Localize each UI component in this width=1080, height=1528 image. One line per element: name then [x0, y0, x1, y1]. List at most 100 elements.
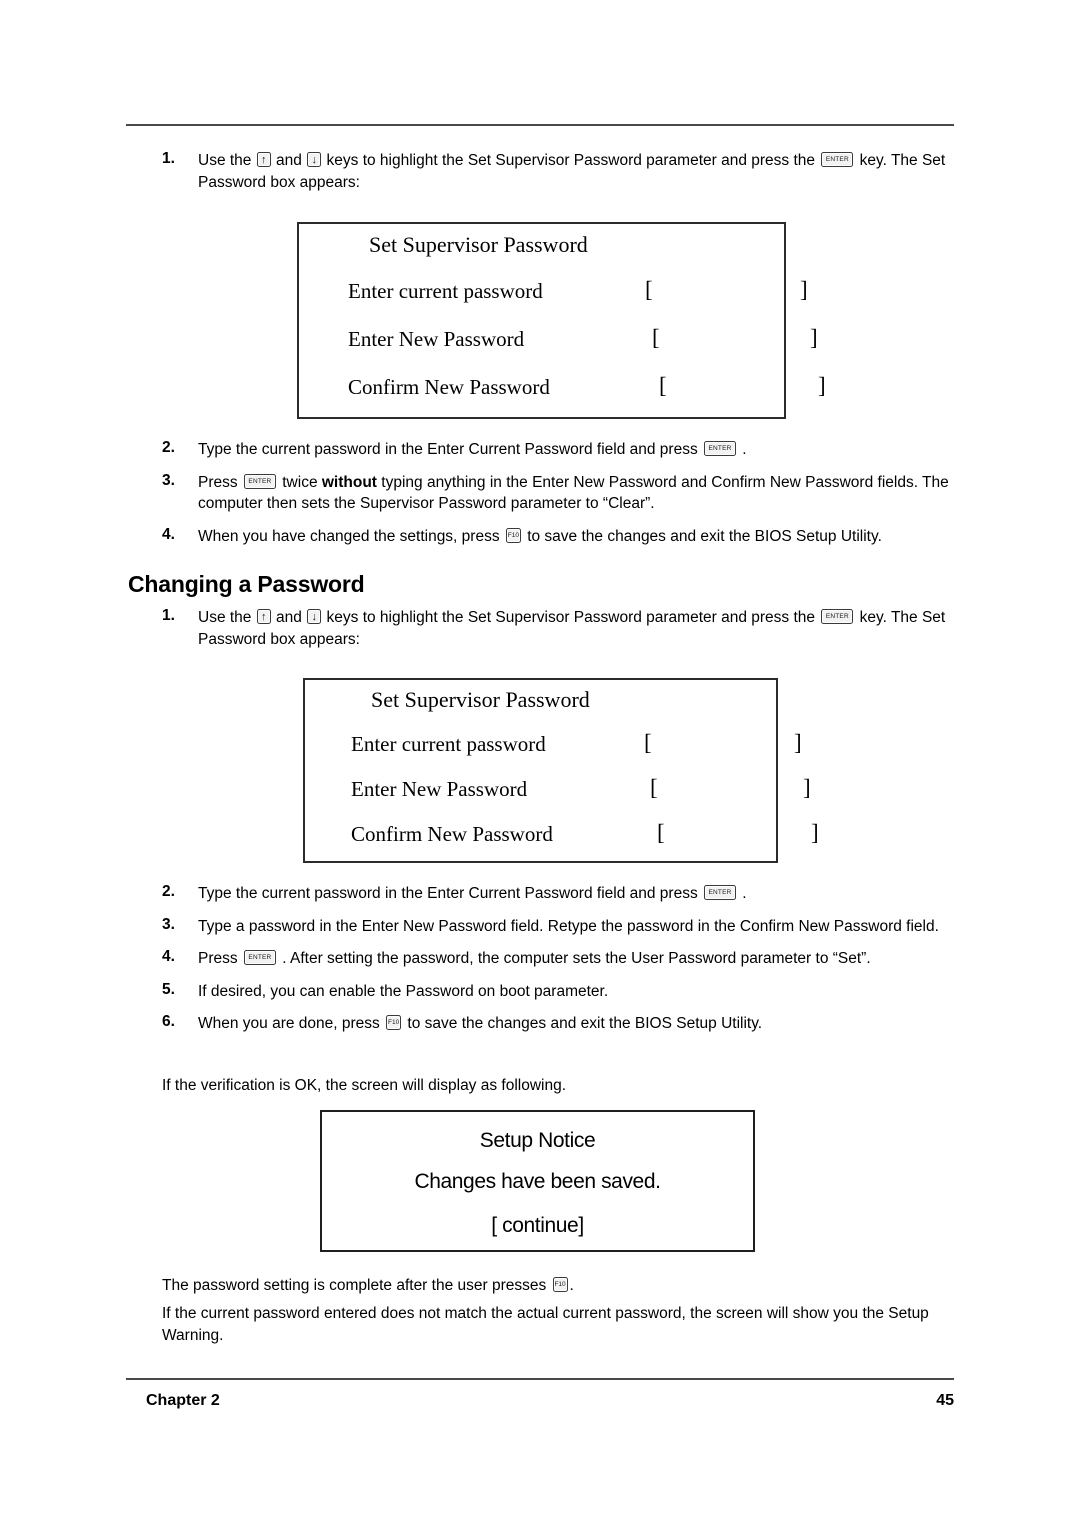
setup-notice-message: Changes have been saved. [414, 1170, 661, 1193]
field-close-bracket: ] [800, 277, 808, 302]
setup-notice-dialog: Setup Notice Changes have been saved. [ … [320, 1110, 755, 1252]
row-label: Confirm New Password [348, 375, 550, 399]
list-item: 4. Press ENTER . After setting the passw… [162, 948, 962, 970]
step-text-emphasis: without [321, 473, 377, 491]
row-label: Enter current password [351, 732, 546, 756]
set-supervisor-password-dialog-1: Set Supervisor Password Enter current pa… [297, 222, 826, 419]
section-two-steps-list: 2. Type the current password in the Ente… [162, 883, 962, 1046]
enter-key-icon: ENTER [821, 609, 854, 624]
list-item: 1. Use the ↑ and ↓ keys to highlight the… [162, 150, 962, 193]
row-label: Enter current password [348, 279, 543, 303]
page-title: Changing a Password [128, 571, 365, 597]
set-supervisor-password-dialog-2: Set Supervisor Password Enter current pa… [303, 678, 819, 863]
step-text: Press ENTER . After setting the password… [198, 950, 871, 967]
continue-button[interactable]: [ continue] [322, 1214, 753, 1238]
step-text-part: twice [277, 473, 322, 491]
row-label: Enter New Password [348, 327, 525, 351]
list-item: 2. Type the current password in the Ente… [162, 439, 962, 461]
step-number: 1. [162, 150, 175, 167]
dialog-row-enter-new-password: Enter New Password [ ] [351, 775, 811, 802]
step-text: Press ENTER twice without typing anythin… [198, 473, 949, 512]
field-open-bracket: [ [650, 775, 658, 800]
step-number: 4. [162, 525, 175, 543]
step-text-part: keys to highlight the Set Supervisor Pas… [322, 609, 820, 626]
step-text: Type the current password in the Enter C… [198, 441, 747, 458]
row-label: Confirm New Password [351, 822, 553, 846]
field-close-bracket: ] [810, 325, 818, 350]
dialog-row-confirm-new-password: Confirm New Password [ ] [351, 820, 819, 847]
dialog-row-enter-current-password: Enter current password [ ] [351, 730, 802, 757]
field-close-bracket: ] [794, 730, 802, 755]
dialog-title: Set Supervisor Password [369, 232, 588, 257]
arrow-up-key-icon: ↑ [256, 609, 271, 624]
f10-key-icon: F10 [505, 527, 521, 543]
enter-key-icon: ENTER [821, 152, 854, 167]
step-text-part: When you have changed the settings, pres… [198, 527, 504, 545]
step-number: 2. [162, 439, 175, 456]
arrow-up-key-icon: ↑ [256, 152, 271, 167]
section-two-step-1-list: 1. Use the ↑ and ↓ keys to highlight the… [162, 607, 962, 661]
list-item: 3. Press ENTER twice without typing anyt… [162, 472, 962, 515]
step-number: 5. [162, 980, 175, 998]
field-open-bracket: [ [644, 730, 652, 755]
step-text: When you are done, press F10 to save the… [198, 1015, 762, 1032]
f10-key-icon: F10 [386, 1015, 402, 1030]
field-close-bracket: ] [811, 820, 819, 845]
step-text-part: When you are done, press [198, 1015, 385, 1032]
dialog-row-enter-new-password: Enter New Password [ ] [348, 325, 818, 352]
step-text-part: to save the changes and exit the BIOS Se… [522, 527, 882, 545]
f10-key-icon: F10 [552, 1277, 568, 1292]
list-item: 6. When you are done, press F10 to save … [162, 1013, 962, 1035]
step-text: Use the ↑ and ↓ keys to highlight the Se… [198, 152, 945, 191]
step-text-part: Use the [198, 152, 256, 169]
enter-key-icon: ENTER [243, 473, 276, 489]
field-open-bracket: [ [652, 325, 660, 350]
footer-page-number: 45 [936, 1392, 954, 1409]
footer-chapter-label: Chapter 2 [146, 1392, 220, 1409]
field-open-bracket: [ [657, 820, 665, 845]
section-one-step-1-list: 1. Use the ↑ and ↓ keys to highlight the… [162, 150, 962, 204]
dialog-title: Set Supervisor Password [371, 687, 590, 712]
step-text-part: . [738, 441, 747, 458]
step-text-part: and [271, 152, 307, 169]
password-complete-paragraph: The password setting is complete after t… [162, 1275, 962, 1297]
enter-key-icon: ENTER [243, 950, 276, 965]
step-number: 2. [162, 883, 175, 900]
document-page: 1. Use the ↑ and ↓ keys to highlight the… [0, 0, 1080, 1528]
arrow-down-key-icon: ↓ [307, 609, 322, 624]
header-divider-rule [126, 124, 954, 126]
step-text: Use the ↑ and ↓ keys to highlight the Se… [198, 609, 945, 648]
step-text-part: and [271, 609, 307, 626]
step-text: When you have changed the settings, pres… [198, 527, 882, 545]
step-text: If desired, you can enable the Password … [198, 982, 609, 1000]
field-close-bracket: ] [803, 775, 811, 800]
field-open-bracket: [ [645, 277, 653, 302]
list-item: 1. Use the ↑ and ↓ keys to highlight the… [162, 607, 962, 650]
step-number: 4. [162, 948, 175, 965]
step-text-part: Press [198, 950, 242, 967]
step-number: 1. [162, 607, 175, 624]
field-close-bracket: ] [818, 373, 826, 398]
arrow-down-key-icon: ↓ [307, 152, 322, 167]
list-item: 3. Type a password in the Enter New Pass… [162, 916, 962, 938]
step-number: 6. [162, 1013, 175, 1030]
step-text-part: Use the [198, 609, 256, 626]
footer-divider-rule [126, 1378, 954, 1380]
field-open-bracket: [ [659, 373, 667, 398]
step-text-part: keys to highlight the Set Supervisor Pas… [322, 152, 820, 169]
enter-key-icon: ENTER [704, 885, 736, 900]
step-text-part: to save the changes and exit the BIOS Se… [403, 1015, 763, 1032]
step-number: 3. [162, 471, 175, 489]
row-label: Enter New Password [351, 777, 528, 801]
list-item: 4. When you have changed the settings, p… [162, 526, 962, 548]
verification-paragraph: If the verification is OK, the screen wi… [162, 1077, 567, 1094]
step-text: Type the current password in the Enter C… [198, 885, 747, 902]
setup-notice-title: Setup Notice [479, 1129, 596, 1152]
step-number: 3. [162, 915, 175, 933]
step-text-part: . After setting the password, the comput… [277, 950, 871, 967]
list-item: 5. If desired, you can enable the Passwo… [162, 981, 962, 1003]
step-text-part: . [738, 885, 747, 902]
paragraph-text-part: . [569, 1277, 574, 1294]
paragraph-text-part: The password setting is complete after t… [162, 1277, 551, 1294]
step-text-part: Press [198, 473, 242, 491]
